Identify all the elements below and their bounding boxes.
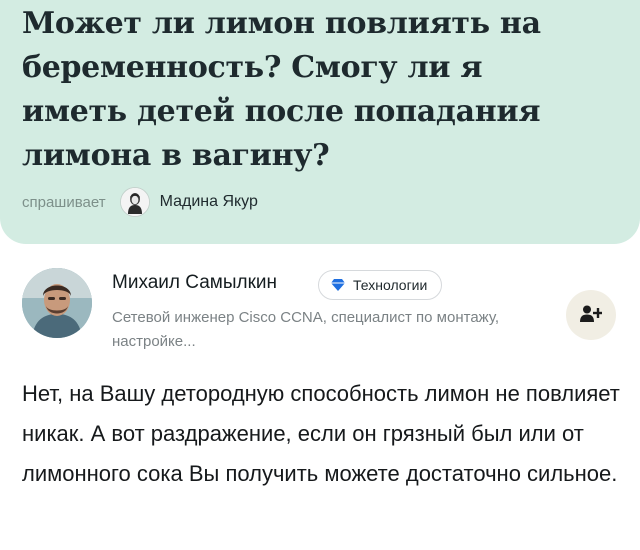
user-avatar-icon[interactable] [119,187,150,217]
asker-row: спрашивает Мадина Якур [22,184,258,220]
answer-text: Нет, на Вашу детородную способность лимо… [22,381,620,486]
diamond-icon [331,279,345,291]
answerer-name[interactable]: Михаил Самылкин [112,272,277,294]
question-title[interactable]: Может ли лимон повлиять на беременность?… [22,2,582,178]
follow-button[interactable] [566,290,616,340]
answerer-avatar[interactable] [22,268,92,338]
question-card: Может ли лимон повлиять на беременность?… [0,0,640,244]
asker-name[interactable]: Мадина Якур [160,193,258,211]
add-user-icon [580,305,603,326]
topic-chip-label: Технологии [353,277,428,293]
answerer-bio: Сетевой инженер Cisco CCNA, специалист п… [112,309,500,350]
asks-label: спрашивает [22,193,106,211]
page: Может ли лимон повлиять на беременность?… [0,0,640,550]
topic-chip[interactable]: Технологии [318,270,443,300]
